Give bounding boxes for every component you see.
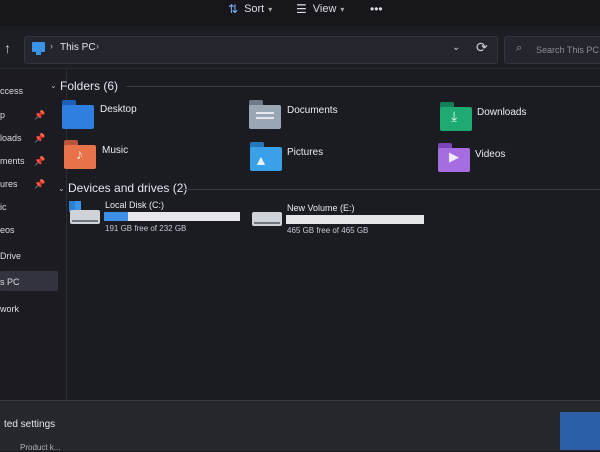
pin-icon: 📌 <box>34 179 46 189</box>
sidebar-item-network[interactable]: work <box>0 304 19 314</box>
drive-e-free-text: 465 GB free of 465 GB <box>287 226 369 235</box>
pin-icon: 📌 <box>34 133 46 143</box>
folder-videos-label[interactable]: Videos <box>475 149 505 160</box>
breadcrumb-this-pc[interactable]: This PC <box>60 42 96 53</box>
view-icon: ☰ <box>296 2 307 16</box>
status-area <box>0 400 600 451</box>
up-arrow-icon[interactable]: ↑ <box>4 40 11 56</box>
search-placeholder: Search This PC <box>536 45 599 55</box>
drives-section-title[interactable]: Devices and drives (2) <box>68 181 187 195</box>
chevron-right-icon[interactable]: › <box>50 41 53 51</box>
drive-slot <box>72 220 98 222</box>
drive-c-free-text: 191 GB free of 232 GB <box>105 224 187 233</box>
drive-c-label[interactable]: Local Disk (C:) <box>105 200 164 210</box>
chevron-right-icon[interactable]: › <box>96 41 99 51</box>
sidebar-item-this-pc[interactable]: s PC <box>0 277 20 287</box>
desktop-background <box>560 412 600 450</box>
desktop-folder-icon[interactable] <box>62 105 94 129</box>
folders-section-title[interactable]: Folders (6) <box>60 79 118 93</box>
this-pc-icon-stand <box>36 52 41 55</box>
download-arrow-icon: ⤓ <box>451 108 458 124</box>
search-icon: ⌕ <box>516 42 523 54</box>
chevron-down-icon: ▾ <box>340 4 345 14</box>
product-key-link[interactable]: Product k... <box>20 443 60 452</box>
more-button[interactable]: ••• <box>370 0 383 18</box>
chevron-down-icon[interactable]: ⌄ <box>58 184 65 193</box>
drive-e-usage-bar <box>286 215 424 224</box>
refresh-icon[interactable]: ⟳ <box>476 39 488 56</box>
pin-icon: 📌 <box>34 110 46 120</box>
related-settings-label: ted settings <box>4 419 56 430</box>
folder-pictures-label[interactable]: Pictures <box>287 147 323 158</box>
view-button[interactable]: ☰ View ▾ <box>296 0 344 18</box>
sidebar-item-documents[interactable]: ments <box>0 156 25 166</box>
mountain-icon: ▲ <box>254 152 268 168</box>
chevron-down-icon[interactable]: ⌄ <box>50 81 57 90</box>
documents-lines-icon <box>256 117 274 119</box>
pin-icon: 📌 <box>34 156 46 166</box>
address-history-chevron-icon[interactable]: ⌄ <box>452 42 460 53</box>
section-divider <box>180 189 600 190</box>
sidebar-item-desktop[interactable]: p <box>0 110 5 120</box>
drive-c-usage-fill <box>104 212 128 221</box>
view-label: View <box>312 3 337 15</box>
section-divider <box>126 86 600 87</box>
folder-music-label[interactable]: Music <box>102 145 128 156</box>
sidebar-item-pictures[interactable]: ures <box>0 179 18 189</box>
sidebar-item-music[interactable]: ic <box>0 202 7 212</box>
sidebar-item-onedrive[interactable]: Drive <box>0 251 21 261</box>
sort-button[interactable]: ⇅ Sort ▾ <box>228 0 272 18</box>
sort-label: Sort <box>244 3 265 15</box>
folder-downloads-label[interactable]: Downloads <box>477 107 526 118</box>
play-icon: ▶ <box>449 149 459 164</box>
sidebar-item-videos[interactable]: eos <box>0 225 15 235</box>
chevron-down-icon: ▾ <box>268 4 273 14</box>
documents-lines-icon <box>256 112 274 114</box>
this-pc-icon <box>32 42 45 52</box>
sidebar-item-downloads[interactable]: loads <box>0 133 22 143</box>
music-note-icon: ♪ <box>76 146 83 162</box>
drive-slot <box>254 222 280 224</box>
sort-icon: ⇅ <box>228 2 239 16</box>
drive-e-label[interactable]: New Volume (E:) <box>287 203 355 213</box>
folder-documents-label[interactable]: Documents <box>287 105 338 116</box>
more-icon: ••• <box>370 2 383 16</box>
folder-desktop-label[interactable]: Desktop <box>100 104 137 115</box>
sidebar-item-quick-access[interactable]: ccess <box>0 86 23 96</box>
